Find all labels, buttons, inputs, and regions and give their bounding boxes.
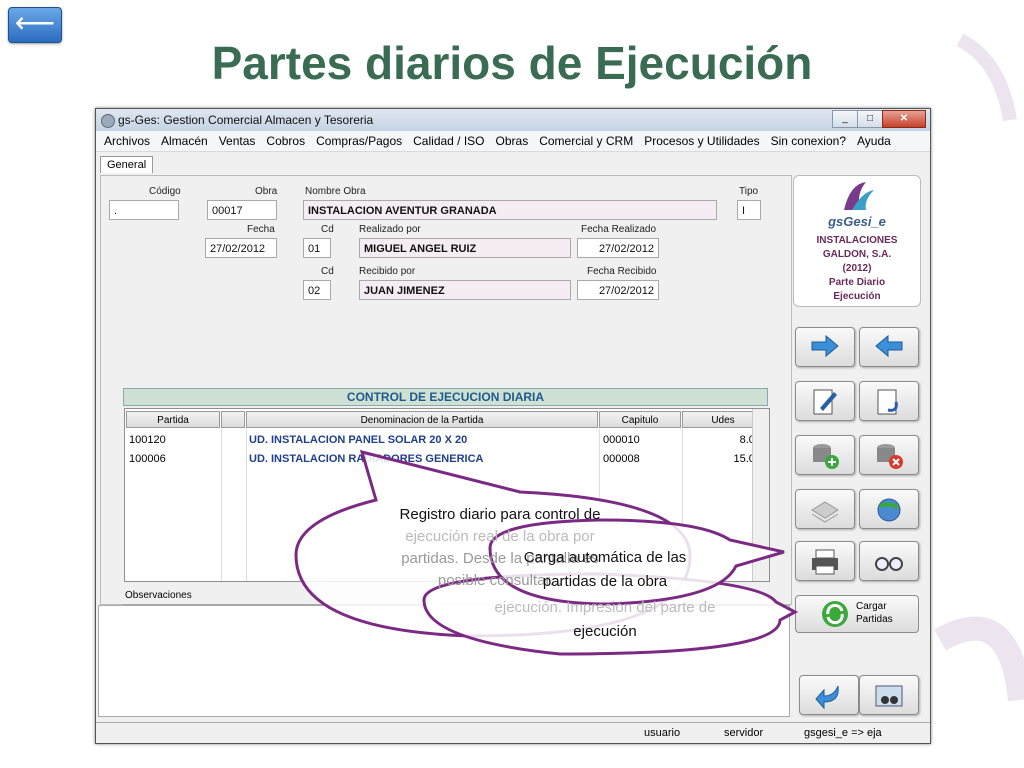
layers-icon (811, 501, 839, 523)
callout-3-text: ejecución. Impresión del parte de ejecuc… (494, 599, 716, 640)
menu-compras-pagos[interactable]: Compras/Pagos (312, 131, 409, 151)
refresh-icon (822, 601, 848, 627)
menubar: Archivos Almacén Ventas Cobros Compras/P… (96, 131, 930, 152)
arrow-right-icon (811, 334, 839, 358)
fecha-realizado-field[interactable]: 27/02/2012 (577, 238, 659, 258)
table-row[interactable]: 100006 UD. INSTALACION RADIADORES GENERI… (125, 450, 765, 468)
printer-icon (812, 549, 838, 575)
globe-icon (877, 498, 901, 522)
table-row[interactable]: 100120 UD. INSTALACION PANEL SOLAR 20 X … (125, 431, 765, 449)
app-window: gs-Ges: Gestion Comercial Almacen y Teso… (95, 108, 931, 744)
cell-partida: 100120 (129, 434, 166, 446)
edit-button[interactable] (795, 381, 855, 421)
menu-sin-conexion[interactable]: Sin conexion? (767, 131, 853, 151)
status-path: gsgesi_e => eja (804, 727, 882, 739)
window-controls: _ □ ✕ (832, 110, 926, 128)
menu-cobros[interactable]: Cobros (262, 131, 312, 151)
undo-document-icon (877, 389, 898, 415)
menu-archivos[interactable]: Archivos (100, 131, 157, 151)
menu-obras[interactable]: Obras (492, 131, 536, 151)
callout-2-text: Carga automática de las partidas de la o… (523, 549, 687, 590)
recibido-field[interactable]: JUAN JIMENEZ (359, 280, 571, 300)
cd2-label: Cd (321, 266, 334, 277)
cell-partida: 100006 (129, 453, 166, 465)
obra-field[interactable]: 00017 (207, 200, 277, 220)
search-map-button[interactable] (859, 489, 919, 529)
section-header: CONTROL DE EJECUCION DIARIA (123, 388, 768, 406)
cell-denominacion: UD. INSTALACION RADIADORES GENERICA (249, 453, 484, 465)
menu-comercial-crm[interactable]: Comercial y CRM (535, 131, 640, 151)
menu-ventas[interactable]: Ventas (215, 131, 263, 151)
statusbar: usuario servidor gsgesi_e => eja (96, 722, 930, 743)
cd1-field[interactable]: 01 (303, 238, 331, 258)
observaciones-label: Observaciones (125, 590, 192, 601)
codigo-label: Código (149, 186, 181, 197)
fecha-recibido-label: Fecha Recibido (587, 266, 657, 277)
cargar-partidas-button[interactable]: Cargar Partidas (795, 595, 919, 633)
tipo-label: Tipo (739, 186, 759, 197)
close-icon[interactable]: ✕ (882, 110, 926, 128)
nombre-obra-field[interactable]: INSTALACION AVENTUR GRANADA (303, 200, 717, 220)
print-button[interactable] (795, 541, 855, 581)
minimize-icon[interactable]: _ (832, 110, 858, 128)
database-add-icon (813, 444, 839, 469)
return-button[interactable] (799, 675, 859, 715)
copy-button[interactable] (795, 489, 855, 529)
logo-subtitle: Parte Diario Ejecución (828, 277, 886, 302)
edit-document-icon (813, 389, 837, 415)
col-header-denominacion[interactable]: Denominacion de la Partida (246, 411, 598, 428)
status-usuario: usuario (644, 727, 681, 739)
maximize-icon[interactable]: □ (857, 110, 883, 128)
codigo-field[interactable]: . (109, 200, 179, 220)
nombre-obra-label: Nombre Obra (305, 186, 366, 197)
app-icon (101, 114, 115, 128)
cell-capitulo: 000008 (603, 453, 640, 465)
return-arrow-icon (815, 685, 839, 710)
obra-label: Obra (255, 186, 278, 197)
cd1-label: Cd (321, 224, 334, 235)
binoculars-icon (875, 685, 903, 707)
cell-capitulo: 000010 (603, 434, 640, 446)
realizado-label: Realizado por (359, 224, 421, 235)
grid-scrollbar[interactable] (752, 409, 769, 581)
logo-company: INSTALACIONES GALDON, S.A. (2012) (816, 235, 898, 274)
col-header-blank (221, 411, 245, 428)
logo-icon (844, 182, 874, 210)
fecha-realizado-label: Fecha Realizado (581, 224, 657, 235)
recibido-label: Recibido por (359, 266, 416, 277)
menu-procesos[interactable]: Procesos y Utilidades (640, 131, 766, 151)
menu-ayuda[interactable]: Ayuda (853, 131, 898, 151)
glasses-icon (875, 557, 903, 571)
cd2-field[interactable]: 02 (303, 280, 331, 300)
status-servidor: servidor (724, 727, 764, 739)
preview-button[interactable] (859, 541, 919, 581)
window-titlebar: gs-Ges: Gestion Comercial Almacen y Teso… (96, 109, 930, 131)
delete-record-button[interactable] (859, 435, 919, 475)
add-record-button[interactable] (795, 435, 855, 475)
menu-almacen[interactable]: Almacén (157, 131, 215, 151)
tipo-field[interactable]: I (737, 200, 761, 220)
col-header-capitulo[interactable]: Capitulo (599, 411, 681, 428)
realizado-field[interactable]: MIGUEL ANGEL RUIZ (359, 238, 571, 258)
cargar-partidas-label: Cargar Partidas (856, 601, 893, 625)
col-header-partida[interactable]: Partida (126, 411, 220, 428)
view-button[interactable] (859, 675, 919, 715)
tab-general[interactable]: General (100, 156, 154, 173)
fecha-field[interactable]: 27/02/2012 (205, 238, 277, 258)
undo-document-button[interactable] (859, 381, 919, 421)
company-logo: gsGesi_e INSTALACIONES GALDON, S.A. (2012)… (793, 175, 921, 307)
logo-name: gsGesi_e (828, 214, 886, 229)
arrow-left-icon (875, 334, 903, 358)
fecha-recibido-field[interactable]: 27/02/2012 (577, 280, 659, 300)
menu-calidad-iso[interactable]: Calidad / ISO (409, 131, 491, 151)
fecha-label: Fecha (247, 224, 275, 235)
window-title: gs-Ges: Gestion Comercial Almacen y Teso… (118, 113, 374, 127)
next-button[interactable] (795, 327, 855, 367)
cell-denominacion: UD. INSTALACION PANEL SOLAR 20 X 20 (249, 434, 468, 446)
tab-strip: General (100, 155, 154, 173)
slide-title: Partes diarios de Ejecución (211, 37, 813, 89)
prev-button[interactable] (859, 327, 919, 367)
database-delete-icon (877, 444, 903, 469)
